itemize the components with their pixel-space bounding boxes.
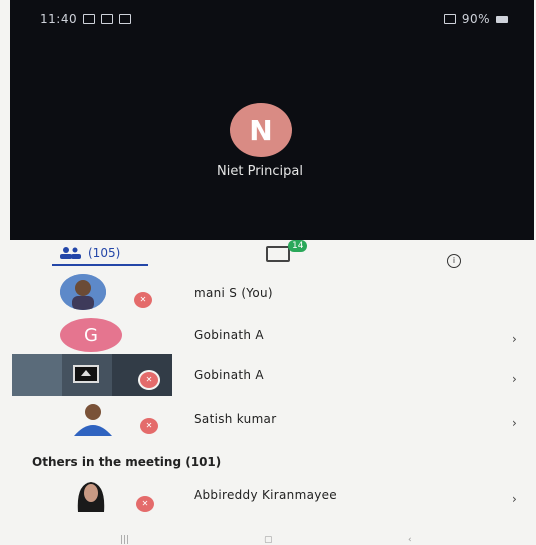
chat-icon: 14 bbox=[266, 240, 308, 262]
avatar bbox=[60, 274, 106, 310]
battery-icon bbox=[496, 15, 508, 23]
notification-icon bbox=[83, 14, 96, 24]
participants-count: (105) bbox=[88, 246, 121, 260]
home-icon[interactable]: ▢ bbox=[264, 535, 273, 545]
tab-chat[interactable]: 14 bbox=[266, 240, 308, 262]
battery-level: 90% bbox=[461, 12, 490, 26]
active-tab-indicator bbox=[52, 264, 148, 266]
status-time: 11:40 bbox=[40, 12, 78, 26]
tab-participants[interactable]: (105) bbox=[60, 246, 120, 260]
video-area: 11:40 90% N Niet Principal bbox=[10, 0, 534, 240]
host-avatar: N bbox=[230, 103, 292, 157]
chevron-right-icon[interactable]: › bbox=[512, 492, 517, 506]
participant-name: Gobinath A bbox=[194, 328, 264, 342]
participant-row[interactable]: ✕ mani S (You) bbox=[0, 272, 536, 316]
participant-row[interactable]: G Gobinath A › bbox=[0, 314, 536, 358]
participant-name: mani S (You) bbox=[194, 286, 273, 300]
mic-off-icon: ✕ bbox=[132, 290, 154, 310]
chevron-right-icon[interactable]: › bbox=[512, 416, 517, 430]
chevron-right-icon[interactable]: › bbox=[512, 332, 517, 346]
mic-off-icon: ✕ bbox=[138, 416, 160, 436]
section-title: Others in the meeting (101) bbox=[32, 455, 222, 469]
notification-icon bbox=[101, 14, 114, 24]
avatar bbox=[72, 478, 110, 512]
participant-name: Abbireddy Kiranmayee bbox=[194, 488, 337, 502]
mic-off-icon: ✕ bbox=[134, 494, 156, 514]
avatar bbox=[66, 400, 120, 436]
participant-row[interactable]: ✕ Abbireddy Kiranmayee › bbox=[0, 476, 536, 520]
participant-name: Satish kumar bbox=[194, 412, 277, 426]
tab-bar: (105) 14 i bbox=[0, 240, 536, 270]
participant-row[interactable]: ✕ Gobinath A › bbox=[0, 354, 536, 398]
back-icon[interactable]: ‹ bbox=[408, 535, 412, 545]
notification-icon bbox=[119, 14, 132, 24]
avatar: G bbox=[60, 318, 122, 352]
mic-off-icon: ✕ bbox=[138, 370, 160, 390]
chevron-right-icon[interactable]: › bbox=[512, 372, 517, 386]
signal-icon bbox=[443, 14, 456, 24]
host-name: Niet Principal bbox=[217, 164, 303, 179]
system-nav-bar: ||| ▢ ‹ bbox=[0, 534, 536, 545]
participant-name: Gobinath A bbox=[194, 368, 264, 382]
status-bar: 11:40 90% bbox=[40, 10, 508, 28]
info-icon[interactable]: i bbox=[447, 254, 461, 268]
participants-icon bbox=[60, 247, 81, 259]
participant-row[interactable]: ✕ Satish kumar › bbox=[0, 398, 536, 442]
chat-unread-badge: 14 bbox=[288, 240, 308, 252]
recent-apps-icon[interactable]: ||| bbox=[120, 535, 129, 545]
